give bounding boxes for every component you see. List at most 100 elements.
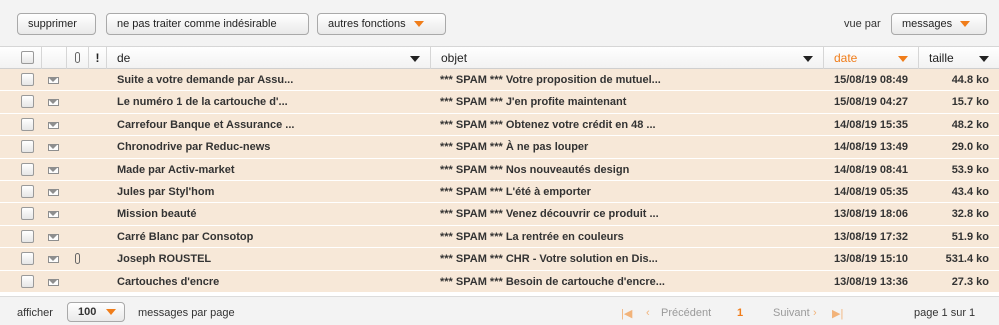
message-size: 29.0 ko	[951, 141, 989, 154]
paperclip-icon	[75, 253, 80, 265]
message-date: 13/08/19 18:06	[834, 208, 909, 221]
message-subject: *** SPAM *** Besoin de cartouche d'encre…	[440, 275, 665, 288]
column-date[interactable]: date	[824, 47, 919, 69]
message-date: 14/08/19 05:35	[834, 185, 909, 198]
toolbar: supprimer ne pas traiter comme indésirab…	[0, 0, 999, 46]
row-checkbox[interactable]	[21, 229, 34, 243]
column-size-label: taille	[929, 51, 954, 65]
message-subject: *** SPAM *** Nos nouveautés design	[440, 163, 630, 176]
row-checkbox[interactable]	[21, 184, 34, 198]
message-subject: *** SPAM *** CHR - Votre solution en Dis…	[440, 253, 658, 266]
message-subject: *** SPAM *** La rentrée en couleurs	[440, 230, 624, 243]
row-checkbox[interactable]	[21, 117, 34, 131]
message-rows: Suite a votre demande par Assu... *** SPA…	[0, 69, 999, 293]
message-row[interactable]: Carré Blanc par Consotop *** SPAM *** La …	[0, 225, 999, 249]
message-subject: *** SPAM *** Votre proposition de mutuel…	[440, 74, 661, 86]
envelope-icon	[48, 144, 59, 152]
message-date: 15/08/19 04:27	[834, 96, 909, 109]
column-from[interactable]: de	[107, 47, 431, 69]
message-row[interactable]: Le numéro 1 de la cartouche d'... *** SPA…	[0, 91, 999, 114]
envelope-icon	[48, 233, 59, 241]
sort-caret-icon	[803, 56, 813, 62]
column-size[interactable]: taille	[919, 47, 999, 69]
message-date: 14/08/19 15:35	[834, 118, 909, 131]
message-from: Carrefour Banque et Assurance ...	[117, 118, 295, 131]
more-functions-button[interactable]: autres fonctions	[317, 13, 446, 35]
envelope-icon	[48, 256, 59, 264]
message-row[interactable]: Made par Activ-market *** SPAM *** Nos no…	[0, 158, 999, 181]
dropdown-caret-icon	[413, 21, 424, 28]
message-row[interactable]: Cartouches d'encre *** SPAM *** Besoin de…	[0, 270, 999, 293]
message-subject: *** SPAM *** Obtenez votre crédit en 48 …	[440, 118, 656, 131]
attachment-column[interactable]	[67, 47, 89, 69]
message-row[interactable]: Carrefour Banque et Assurance ... *** SPA…	[0, 113, 999, 137]
previous-page-icon[interactable]: ‹	[646, 307, 650, 319]
not-spam-button[interactable]: ne pas traiter comme indésirable	[106, 13, 309, 35]
message-from: Jules par Styl'hom	[117, 185, 215, 198]
message-size: 48.2 ko	[951, 118, 989, 131]
last-page-icon[interactable]: ▶|	[832, 307, 843, 320]
envelope-icon	[48, 278, 59, 286]
message-row[interactable]: Mission beauté *** SPAM *** Venez découvr…	[0, 203, 999, 226]
message-from: Le numéro 1 de la cartouche d'...	[117, 96, 288, 109]
column-subject[interactable]: objet	[431, 47, 824, 69]
paperclip-icon	[75, 52, 80, 63]
next-page-icon[interactable]: ›	[813, 307, 817, 319]
row-checkbox[interactable]	[21, 162, 34, 176]
message-from: Joseph ROUSTEL	[117, 253, 212, 266]
sort-caret-icon	[979, 56, 989, 62]
column-date-label: date	[834, 51, 858, 65]
view-by-value: messages	[902, 18, 953, 30]
row-checkbox[interactable]	[21, 95, 34, 109]
envelope-icon	[48, 166, 59, 174]
row-checkbox[interactable]	[21, 140, 34, 154]
message-subject: *** SPAM *** J'en profite maintenant	[440, 96, 627, 109]
message-size: 32.8 ko	[951, 208, 989, 221]
select-all-column	[0, 47, 42, 69]
message-row[interactable]: Joseph ROUSTEL *** SPAM *** CHR - Votre s…	[0, 248, 999, 271]
envelope-icon	[48, 188, 59, 196]
page-info: page 1 sur 1	[914, 307, 976, 319]
exclamation-icon: !	[95, 51, 100, 65]
column-from-label: de	[117, 51, 131, 65]
dropdown-caret-icon	[960, 21, 971, 28]
message-size: 51.9 ko	[951, 230, 989, 243]
current-page-number: 1	[737, 307, 744, 319]
message-from: Suite a votre demande par Assu...	[117, 74, 294, 86]
dropdown-caret-icon	[106, 309, 116, 315]
message-from: Chronodrive par Reduc-news	[117, 141, 271, 154]
row-checkbox[interactable]	[21, 73, 34, 86]
message-from: Carré Blanc par Consotop	[117, 230, 254, 243]
message-row[interactable]: Chronodrive par Reduc-news *** SPAM *** À…	[0, 136, 999, 159]
row-checkbox[interactable]	[21, 252, 34, 266]
type-column	[42, 47, 67, 69]
more-functions-label: autres fonctions	[328, 18, 406, 30]
envelope-icon	[48, 77, 59, 84]
message-subject: *** SPAM *** L'été à emporter	[440, 185, 591, 198]
priority-column[interactable]: !	[89, 47, 107, 69]
previous-page-link[interactable]: Précédent	[661, 307, 711, 319]
message-row[interactable]: Suite a votre demande par Assu... *** SPA…	[0, 69, 999, 92]
next-page-link[interactable]: Suivant	[773, 307, 810, 319]
row-checkbox[interactable]	[21, 274, 34, 288]
message-date: 15/08/19 08:49	[834, 74, 909, 86]
show-label: afficher	[17, 307, 53, 319]
message-row[interactable]: Jules par Styl'hom *** SPAM *** L'été à e…	[0, 180, 999, 204]
per-page-value: 100	[78, 306, 97, 318]
row-checkbox[interactable]	[21, 207, 34, 221]
message-date: 13/08/19 17:32	[834, 230, 909, 243]
view-by-select[interactable]: messages	[891, 13, 987, 35]
per-page-select[interactable]: 100	[67, 302, 125, 322]
message-subject: *** SPAM *** À ne pas louper	[440, 141, 589, 154]
message-subject: *** SPAM *** Venez découvrir ce produit …	[440, 208, 659, 221]
view-by-label: vue par	[844, 18, 881, 30]
select-all-checkbox[interactable]	[21, 51, 34, 64]
message-from: Mission beauté	[117, 208, 197, 221]
column-subject-label: objet	[441, 51, 468, 65]
first-page-icon[interactable]: |◀	[621, 307, 632, 320]
message-date: 14/08/19 08:41	[834, 163, 909, 176]
message-size: 43.4 ko	[951, 185, 989, 198]
message-date: 13/08/19 15:10	[834, 253, 909, 266]
pagination-bar: afficher 100 messages par page |◀ ‹ Préc…	[0, 296, 999, 325]
delete-button[interactable]: supprimer	[17, 13, 96, 35]
